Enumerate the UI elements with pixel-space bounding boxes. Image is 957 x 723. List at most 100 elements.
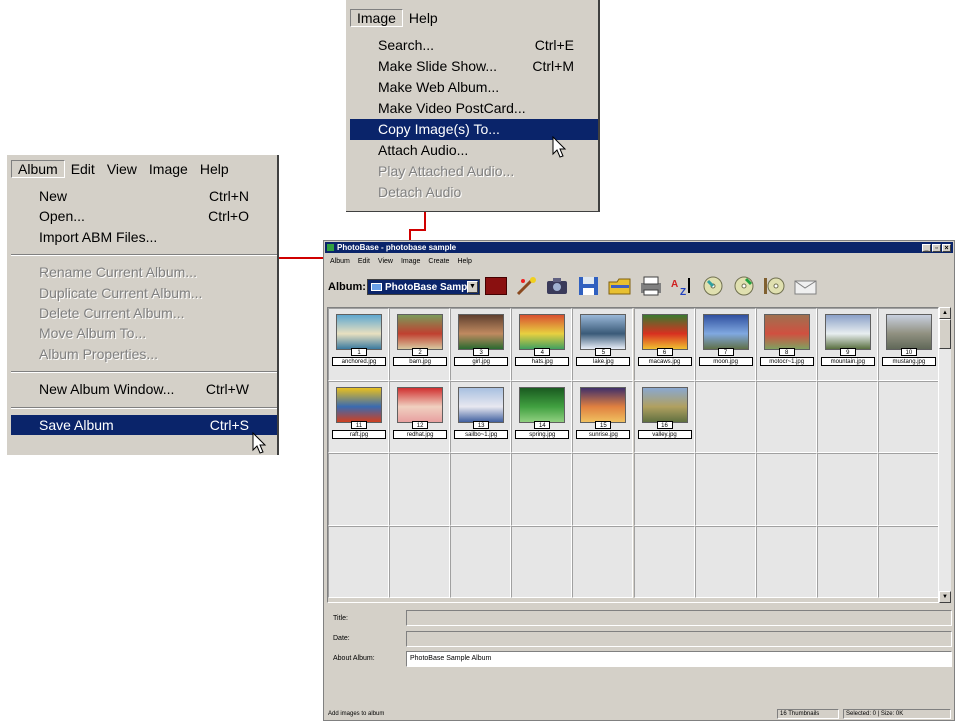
sort-az-icon[interactable]: AZ — [669, 273, 695, 299]
empty-thumbnail-cell[interactable] — [877, 380, 938, 454]
thumbnail-cell[interactable]: 13 sailbo~1.jpg — [450, 380, 512, 454]
camera-icon[interactable] — [545, 273, 571, 299]
wizard-icon[interactable] — [514, 273, 540, 299]
thumbnail-image[interactable] — [458, 386, 505, 423]
mouse-cursor-icon — [252, 432, 267, 454]
empty-thumbnail-cell[interactable] — [816, 453, 878, 526]
empty-thumbnail-cell[interactable] — [450, 525, 512, 599]
thumbnail-number: 12 — [412, 420, 429, 429]
thumbnail-cell[interactable]: 7 moon.jpg — [694, 308, 756, 381]
empty-thumbnail-cell[interactable] — [816, 380, 878, 454]
empty-thumbnail-cell[interactable] — [328, 525, 390, 599]
thumbnail-image[interactable] — [702, 314, 749, 350]
empty-thumbnail-cell[interactable] — [572, 525, 634, 599]
folder-icon[interactable] — [607, 273, 633, 299]
thumbnail-image[interactable] — [641, 386, 688, 423]
thumbnail-cell[interactable]: 14 spring.jpg — [511, 380, 573, 454]
window-menu-album[interactable]: Album — [326, 258, 354, 265]
empty-thumbnail-cell[interactable] — [755, 453, 817, 526]
thumbnail-image[interactable] — [336, 314, 382, 350]
thumbnail-cell[interactable]: 11 raft.jpg — [328, 380, 390, 454]
scroll-thumb[interactable] — [939, 319, 951, 349]
envelope-icon[interactable] — [793, 273, 819, 299]
minimize-icon[interactable]: _ — [922, 243, 931, 252]
title-label: Title: — [333, 615, 348, 622]
thumbnail-filename: redhat.jpg — [393, 429, 448, 439]
thumbnail-cell[interactable]: 8 motocr~1.jpg — [755, 308, 817, 381]
thumbnail-image[interactable] — [580, 386, 627, 423]
thumbnail-filename: anchored.jpg — [332, 357, 386, 366]
empty-thumbnail-cell[interactable] — [877, 453, 938, 526]
empty-thumbnail-cell[interactable] — [816, 525, 878, 599]
thumbnail-cell[interactable]: 5 lake.jpg — [572, 308, 634, 381]
thumbnail-image[interactable] — [580, 314, 627, 350]
thumbnail-image[interactable] — [397, 314, 444, 350]
thumbnail-filename: girl.jpg — [454, 357, 509, 366]
cd-icon[interactable] — [700, 273, 726, 299]
empty-thumbnail-cell[interactable] — [633, 453, 695, 526]
thumbnail-filename: mountain.jpg — [820, 357, 875, 366]
maximize-icon[interactable]: ▫ — [932, 243, 941, 252]
thumbnail-cell[interactable]: 1 anchored.jpg — [328, 308, 390, 381]
empty-thumbnail-cell[interactable] — [328, 453, 390, 526]
printer-icon[interactable] — [638, 273, 664, 299]
cd-add-icon[interactable] — [731, 273, 757, 299]
thumbnail-image[interactable] — [885, 314, 932, 350]
thumbnail-image[interactable] — [641, 314, 688, 350]
title-field[interactable] — [406, 610, 952, 626]
thumbnail-cell[interactable]: 12 redhat.jpg — [389, 380, 451, 454]
empty-thumbnail-cell[interactable] — [389, 525, 451, 599]
window-menu-edit[interactable]: Edit — [354, 258, 374, 265]
thumbnail-cell[interactable]: 2 barn.jpg — [389, 308, 451, 381]
date-field[interactable] — [406, 631, 952, 647]
album-select[interactable]: PhotoBase Sample ▼ — [367, 279, 480, 295]
thumbnail-image[interactable] — [519, 314, 566, 350]
thumbnail-cell[interactable]: 16 valley.jpg — [633, 380, 695, 454]
thumbnail-cell[interactable]: 4 hats.jpg — [511, 308, 573, 381]
empty-thumbnail-cell[interactable] — [877, 525, 938, 599]
chevron-down-icon[interactable]: ▼ — [467, 281, 478, 293]
thumbnail-image[interactable] — [519, 386, 566, 423]
window-menu-help[interactable]: Help — [453, 258, 475, 265]
empty-thumbnail-cell[interactable] — [694, 380, 756, 454]
empty-thumbnail-cell[interactable] — [572, 453, 634, 526]
empty-thumbnail-cell[interactable] — [755, 380, 817, 454]
audio-cd-icon[interactable] — [762, 273, 788, 299]
close-icon[interactable]: × — [942, 243, 951, 252]
empty-thumbnail-cell[interactable] — [511, 453, 573, 526]
empty-thumbnail-cell[interactable] — [511, 525, 573, 599]
thumbnail-image[interactable] — [397, 386, 444, 423]
thumbnail-cell[interactable]: 3 girl.jpg — [450, 308, 512, 381]
vertical-scrollbar[interactable]: ▲ ▼ — [939, 307, 951, 603]
empty-thumbnail-cell[interactable] — [694, 453, 756, 526]
thumbnail-image[interactable] — [824, 314, 871, 350]
save-disk-icon[interactable] — [576, 273, 602, 299]
empty-thumbnail-cell[interactable] — [755, 525, 817, 599]
empty-thumbnail-cell[interactable] — [694, 525, 756, 599]
scroll-down-icon[interactable]: ▼ — [939, 591, 951, 603]
thumbnail-filename: spring.jpg — [515, 429, 570, 439]
window-menu-image[interactable]: Image — [397, 258, 424, 265]
thumbnail-count: 16 Thumbnails — [777, 709, 839, 719]
thumbnail-image[interactable] — [763, 314, 810, 350]
about-label: About Album: — [333, 655, 375, 662]
empty-thumbnail-cell[interactable] — [450, 453, 512, 526]
thumbnail-cell[interactable]: 15 sunrise.jpg — [572, 380, 634, 454]
thumbnail-image[interactable] — [336, 386, 382, 423]
scroll-up-icon[interactable]: ▲ — [939, 307, 951, 319]
thumbnail-number: 3 — [473, 348, 490, 356]
about-field[interactable]: PhotoBase Sample Album — [406, 651, 952, 667]
date-label: Date: — [333, 635, 350, 642]
about-value: PhotoBase Sample Album — [410, 655, 492, 662]
thumbnail-cell[interactable]: 10 mustang.jpg — [877, 308, 938, 381]
thumbnail-cell[interactable]: 6 macaws.jpg — [633, 308, 695, 381]
thumbnail-cell[interactable]: 9 mountain.jpg — [816, 308, 878, 381]
window-menu-view[interactable]: View — [374, 258, 397, 265]
thumbnail-number: 16 — [656, 420, 673, 429]
empty-thumbnail-cell[interactable] — [633, 525, 695, 599]
window-menu-create[interactable]: Create — [424, 258, 453, 265]
thumbnail-number: 5 — [595, 348, 612, 356]
color-swatch-icon[interactable] — [483, 273, 509, 299]
empty-thumbnail-cell[interactable] — [389, 453, 451, 526]
thumbnail-image[interactable] — [458, 314, 505, 350]
